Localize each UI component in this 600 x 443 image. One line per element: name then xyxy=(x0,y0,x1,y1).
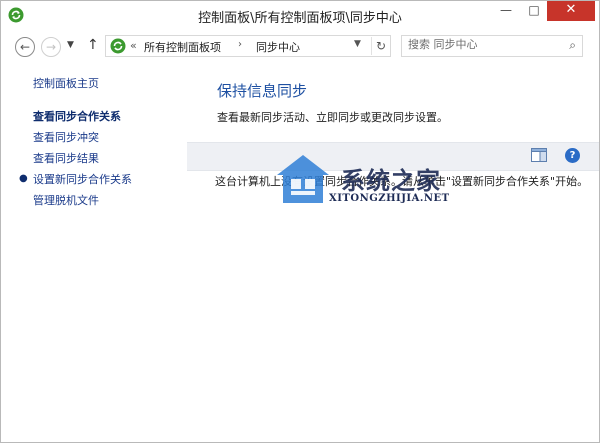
search-box[interactable]: ⌕ xyxy=(401,35,583,57)
main-content: 保持信息同步 查看最新同步活动、立即同步或更改同步设置。 ? 这台计算机上没有设… xyxy=(187,63,599,442)
title-bar: 控制面板\所有控制面板项\同步中心 — □ ✕ xyxy=(1,1,599,29)
watermark-subtext: XITONGZHIJIA.NET xyxy=(329,193,450,204)
page-description: 查看最新同步活动、立即同步或更改同步设置。 xyxy=(217,111,448,124)
refresh-button[interactable]: ↻ xyxy=(371,37,390,55)
breadcrumb-all-control-panel-items[interactable]: 所有控制面板项 xyxy=(144,39,221,55)
breadcrumb-sync-center[interactable]: 同步中心 xyxy=(256,39,300,55)
view-pane-icon[interactable] xyxy=(531,148,547,162)
sync-center-window: 控制面板\所有控制面板项\同步中心 — □ ✕ ← → ▼ ↑ « 所有控制面板… xyxy=(0,0,600,443)
watermark-house-icon xyxy=(277,155,329,203)
minimize-button[interactable]: — xyxy=(493,1,519,21)
search-input[interactable] xyxy=(408,38,558,51)
recent-locations-dropdown[interactable]: ▼ xyxy=(67,40,74,50)
back-button[interactable]: ← xyxy=(15,37,35,57)
address-bar[interactable]: « 所有控制面板项 › 同步中心 ▼ ↻ xyxy=(105,35,391,57)
navigation-bar: ← → ▼ ↑ « 所有控制面板项 › 同步中心 ▼ ↻ ⌕ xyxy=(1,29,599,63)
address-dropdown-icon[interactable]: ▼ xyxy=(354,39,361,49)
watermark-text: 系统之家 xyxy=(341,166,441,195)
address-overflow-chevron[interactable]: « xyxy=(130,39,137,52)
sidebar-item-manage-offline-files[interactable]: 管理脱机文件 xyxy=(33,192,99,208)
close-button[interactable]: ✕ xyxy=(547,1,595,21)
up-button[interactable]: ↑ xyxy=(87,37,99,53)
maximize-button[interactable]: □ xyxy=(521,1,547,21)
breadcrumb-separator[interactable]: › xyxy=(238,39,242,50)
forward-button[interactable]: → xyxy=(41,37,61,57)
sidebar-item-view-sync-results[interactable]: 查看同步结果 xyxy=(33,150,99,166)
search-icon[interactable]: ⌕ xyxy=(569,38,576,53)
sidebar-item-view-sync-conflicts[interactable]: 查看同步冲突 xyxy=(33,129,99,145)
page-title: 保持信息同步 xyxy=(217,82,308,100)
sidebar-item-set-up-new-partnership[interactable]: 设置新同步合作关系 xyxy=(33,171,132,187)
sync-center-icon xyxy=(110,38,126,54)
help-icon[interactable]: ? xyxy=(565,148,580,163)
watermark-logo: 系统之家 XITONGZHIJIA.NET xyxy=(271,149,471,219)
left-task-pane: 控制面板主页 ● 查看同步合作关系 查看同步冲突 查看同步结果 设置新同步合作关… xyxy=(1,63,187,442)
sidebar-item-control-panel-home[interactable]: 控制面板主页 xyxy=(33,75,99,91)
sidebar-item-view-sync-partnerships[interactable]: 查看同步合作关系 xyxy=(33,108,121,124)
active-item-bullet: ● xyxy=(19,173,28,184)
